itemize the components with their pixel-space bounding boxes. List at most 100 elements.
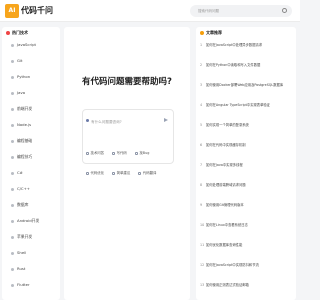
sidebar-item[interactable]: C#: [11, 170, 23, 176]
chip[interactable]: 代码优化: [86, 170, 104, 176]
sidebar-item[interactable]: Java: [11, 90, 25, 96]
article-title: 如何在代码中实现缓存机制: [206, 143, 246, 147]
sidebar-item[interactable]: Rust: [11, 266, 25, 272]
flutter-icon: [11, 283, 14, 287]
sidebar-item-label: 苹果开发: [17, 234, 33, 239]
chip-label: 技术问答: [90, 151, 105, 155]
article-title: 如何在JavaScript中处理异步数据请求: [206, 43, 263, 47]
sidebar-heading-label: 热门技术: [12, 30, 28, 35]
chip-label: 代码优化: [90, 171, 105, 175]
article-link[interactable]: 5 如何实现一个简单的登录系统: [200, 123, 292, 127]
article-link[interactable]: 7 如何在Java中实现多线程: [200, 163, 292, 167]
article-title: 如何优化数据库查询性能: [206, 243, 243, 247]
chip-label: 写代码: [116, 151, 127, 155]
basics-icon: [11, 139, 14, 143]
cpp-icon: [11, 187, 14, 191]
sidebar-item-label: JavaScript: [17, 42, 37, 47]
article-link[interactable]: 12 如何在JavaScript中实现防抖和节流: [200, 263, 292, 267]
brand-name[interactable]: 代码千问: [21, 5, 53, 16]
chip-label: 简单建议: [116, 171, 131, 175]
article-panel: 文章推荐 1 如何在JavaScript中处理异步数据请求 2 如何在Python中…: [196, 27, 296, 300]
article-link[interactable]: 9 如何使用Git管理代码版本: [200, 203, 292, 207]
sidebar-item-label: Python: [17, 74, 31, 79]
sidebar-item-label: Git: [17, 58, 23, 63]
sidebar-item-label: Node.js: [17, 122, 32, 127]
article-link[interactable]: 2 如何在Python中读取和写入文件数据: [200, 63, 292, 67]
optimize-icon: [86, 171, 89, 175]
search-input[interactable]: 搜索代码问题: [190, 5, 292, 17]
frontend-icon: [11, 107, 14, 111]
sidebar-item[interactable]: Python: [11, 74, 30, 80]
article-title: 如何在Python中读取和写入文件数据: [206, 63, 261, 67]
ask-input[interactable]: [91, 117, 151, 126]
chip[interactable]: 代码翻译: [138, 170, 156, 176]
page-title: 有代码问题需要帮助吗?: [82, 77, 172, 87]
article-heading: 文章推荐: [200, 30, 222, 36]
sidebar: 热门技术 JavaScript Git Python Java 前端开发 Nod…: [2, 27, 60, 300]
sidebar-item-label: 数据库: [17, 202, 29, 207]
article-title: 如何在Angular TypeScript中实现表单验证: [206, 103, 270, 107]
sidebar-item-label: C#: [17, 170, 23, 175]
sidebar-item[interactable]: 数据库: [11, 202, 28, 208]
sidebar-item-label: Android开发: [17, 218, 40, 223]
apple-icon: [11, 235, 14, 239]
rust-icon: [11, 267, 14, 271]
sidebar-item[interactable]: 前端开发: [11, 106, 32, 112]
sidebar-item[interactable]: 编程技巧: [11, 154, 32, 160]
java-icon: [11, 91, 14, 95]
code-icon: [112, 151, 116, 155]
article-link[interactable]: 1 如何在JavaScript中处理异步数据请求: [200, 43, 292, 47]
article-link[interactable]: 6 如何在代码中实现缓存机制: [200, 143, 292, 147]
sidebar-item-label: Java: [17, 90, 26, 95]
search-placeholder: 搜索代码问题: [198, 9, 219, 13]
sidebar-heading: 热门技术: [6, 30, 28, 36]
star-icon: [200, 31, 204, 35]
sidebar-item[interactable]: 编程基础: [11, 138, 32, 144]
article-heading-label: 文章推荐: [206, 30, 222, 35]
sidebar-item[interactable]: Node.js: [11, 122, 31, 128]
csharp-icon: [11, 171, 14, 175]
qa-icon: [86, 151, 89, 155]
sidebar-item-label: 编程技巧: [17, 154, 33, 159]
chip[interactable]: 写代码: [112, 150, 127, 156]
article-link[interactable]: 13 如何使用正则表达式验证邮箱: [200, 283, 292, 287]
chip[interactable]: 找Bug: [134, 150, 149, 156]
sidebar-item-label: Flutter: [17, 282, 30, 287]
article-link[interactable]: 8 如何处理前端跨域请求问题: [200, 183, 292, 187]
python-icon: [11, 75, 14, 79]
sidebar-item[interactable]: Flutter: [11, 282, 30, 288]
sidebar-item[interactable]: Android开发: [11, 218, 39, 224]
article-link[interactable]: 11 如何优化数据库查询性能: [200, 243, 292, 247]
sidebar-item[interactable]: 苹果开发: [11, 234, 32, 240]
android-icon: [11, 219, 14, 223]
shell-icon: [11, 251, 14, 255]
search-icon[interactable]: [282, 8, 287, 13]
article-link[interactable]: 4 如何在Angular TypeScript中实现表单验证: [200, 103, 292, 107]
chip[interactable]: 简单建议: [112, 170, 130, 176]
sidebar-item-label: Shell: [17, 250, 27, 255]
javascript-icon: [11, 43, 14, 47]
suggest-icon: [112, 171, 116, 175]
article-title: 如何在JavaScript中实现防抖和节流: [206, 263, 259, 267]
site-logo[interactable]: AI: [5, 4, 19, 18]
sidebar-item[interactable]: JavaScript: [11, 42, 36, 48]
send-icon[interactable]: [164, 118, 168, 122]
git-icon: [11, 59, 14, 63]
article-link[interactable]: 10 如何在Linux中查看系统日志: [200, 223, 292, 227]
database-icon: [11, 203, 14, 207]
bug-icon: [134, 151, 138, 155]
article-title: 如何实现一个简单的登录系统: [206, 123, 249, 127]
chip[interactable]: 技术问答: [86, 150, 104, 156]
top-header: AI 代码千问 搜索代码问题: [0, 0, 300, 22]
sidebar-item[interactable]: C/C++: [11, 186, 30, 192]
article-link[interactable]: 3 如何使用Docker部署Web应用及PostgreSQL数据库: [200, 83, 292, 87]
chip-label: 代码翻译: [142, 171, 157, 175]
sidebar-item-label: Rust: [17, 266, 26, 271]
chip-row: 技术问答 写代码 找Bug 代码优化 简单建议 代码翻译: [86, 139, 174, 179]
sidebar-item[interactable]: Shell: [11, 250, 26, 256]
article-title: 如何在Java中实现多线程: [206, 163, 243, 167]
tips-icon: [11, 155, 14, 159]
article-title: 如何使用Git管理代码版本: [206, 203, 244, 207]
sidebar-item[interactable]: Git: [11, 58, 23, 64]
nodejs-icon: [11, 123, 14, 127]
